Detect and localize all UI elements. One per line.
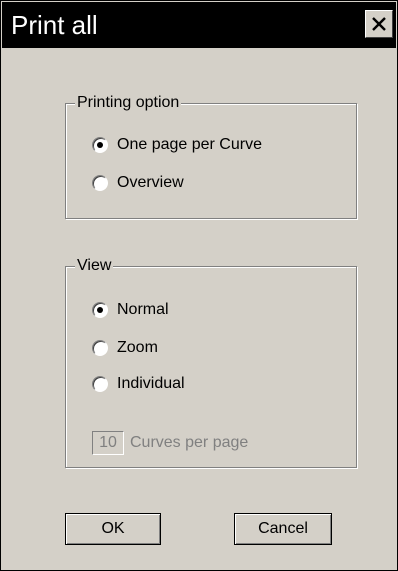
radio-label: Zoom	[117, 339, 158, 356]
cancel-button[interactable]: Cancel	[234, 513, 332, 545]
radio-unselected-icon[interactable]	[92, 376, 108, 392]
radio-label: One page per Curve	[117, 136, 262, 153]
radio-individual[interactable]: Individual	[92, 373, 185, 395]
radio-one-page-per-curve[interactable]: One page per Curve	[92, 134, 262, 156]
view-group: View Normal Zoom Individual 10 Curves pe…	[65, 256, 357, 468]
curves-per-page-label: Curves per page	[130, 434, 249, 451]
radio-unselected-icon[interactable]	[92, 175, 108, 191]
ok-button[interactable]: OK	[65, 513, 161, 545]
radio-unselected-icon[interactable]	[92, 340, 108, 356]
close-icon	[372, 17, 386, 31]
radio-overview[interactable]: Overview	[92, 172, 184, 194]
title-bar[interactable]: Print all	[2, 2, 396, 48]
dialog-title: Print all	[11, 10, 98, 40]
curves-per-page-input: 10	[92, 431, 124, 455]
printing-option-legend: Printing option	[75, 93, 182, 113]
printing-option-group: Printing option One page per Curve Overv…	[65, 93, 357, 219]
close-button[interactable]	[365, 10, 393, 38]
radio-zoom[interactable]: Zoom	[92, 337, 158, 359]
radio-selected-icon[interactable]	[92, 302, 108, 318]
radio-selected-icon[interactable]	[92, 137, 108, 153]
radio-label: Individual	[117, 375, 185, 392]
print-all-dialog: Print all Printing option One page per C…	[0, 0, 398, 571]
radio-label: Overview	[117, 174, 184, 191]
radio-normal[interactable]: Normal	[92, 299, 169, 321]
view-legend: View	[75, 256, 114, 276]
radio-label: Normal	[117, 301, 169, 318]
